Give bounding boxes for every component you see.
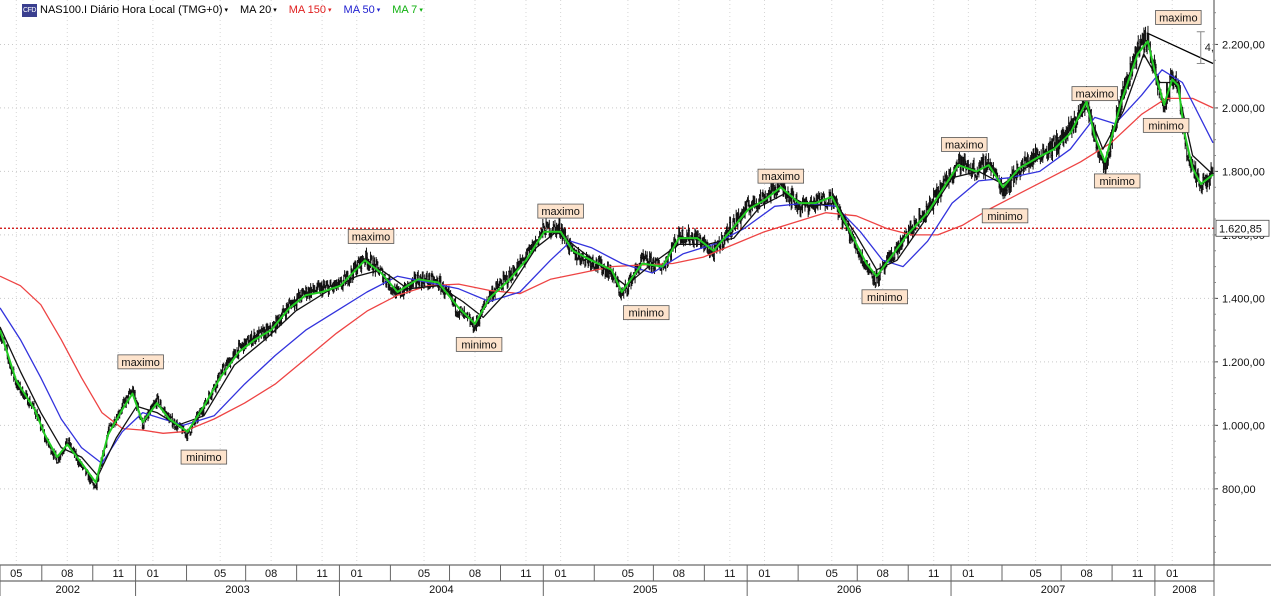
cfd-logo-icon: CFD bbox=[22, 3, 37, 17]
annotation-label: maximo bbox=[762, 171, 801, 183]
annotation-label: minimo bbox=[186, 452, 221, 464]
month-tick-label: 05 bbox=[418, 568, 430, 580]
annotation-label: maximo bbox=[945, 139, 984, 151]
price-chart[interactable]: 4,49%maximominimomaximominimomaximominim… bbox=[0, 0, 1271, 596]
dropdown-caret-icon: ▾ bbox=[328, 7, 332, 14]
month-tick-label: 05 bbox=[622, 568, 634, 580]
indicator-label: MA 50 bbox=[343, 4, 375, 16]
annotation-label: minimo bbox=[987, 211, 1022, 223]
month-tick-label: 11 bbox=[520, 568, 531, 580]
month-tick-label: 05 bbox=[1030, 568, 1042, 580]
dropdown-caret-icon: ▾ bbox=[224, 7, 228, 14]
chart-header: CFD NAS100.I Diário Hora Local (TMG+0) ▾… bbox=[22, 3, 435, 17]
indicator-label: MA 7 bbox=[392, 4, 418, 16]
month-tick-label: 01 bbox=[962, 568, 974, 580]
month-tick-label: 11 bbox=[113, 568, 124, 580]
annotation-label: minimo bbox=[1099, 176, 1134, 188]
year-tick-label: 2003 bbox=[225, 584, 249, 596]
price-tick-label: 1.000,00 bbox=[1222, 420, 1265, 432]
month-tick-label: 08 bbox=[877, 568, 889, 580]
month-tick-label: 05 bbox=[10, 568, 22, 580]
month-tick-label: 01 bbox=[1166, 568, 1178, 580]
symbol-label: NAS100.I Diário Hora Local (TMG+0) bbox=[40, 4, 223, 16]
price-tick-label: 1.200,00 bbox=[1222, 357, 1265, 369]
price-tick-label: 800,00 bbox=[1222, 484, 1256, 496]
month-tick-label: 11 bbox=[928, 568, 939, 580]
month-tick-label: 05 bbox=[826, 568, 838, 580]
indicator-ma150[interactable]: MA 150 ▾ bbox=[289, 4, 332, 16]
indicator-ma50[interactable]: MA 50 ▾ bbox=[344, 4, 381, 16]
symbol-selector[interactable]: NAS100.I Diário Hora Local (TMG+0) ▾ bbox=[40, 4, 228, 16]
indicator-label: MA 150 bbox=[288, 4, 327, 16]
month-tick-label: 11 bbox=[316, 568, 327, 580]
indicator-label: MA 20 bbox=[240, 4, 272, 16]
annotation-label: maximo bbox=[1159, 12, 1198, 24]
month-tick-label: 08 bbox=[1080, 568, 1092, 580]
chart-window: CFD NAS100.I Diário Hora Local (TMG+0) ▾… bbox=[0, 0, 1271, 596]
dropdown-caret-icon: ▾ bbox=[376, 7, 381, 14]
year-tick-label: 2008 bbox=[1172, 584, 1196, 596]
price-tick-label: 2.200,00 bbox=[1222, 39, 1265, 51]
dropdown-caret-icon: ▾ bbox=[273, 7, 277, 14]
year-tick-label: 2002 bbox=[56, 584, 80, 596]
indicator-ma7[interactable]: MA 7 ▾ bbox=[392, 4, 423, 16]
annotation-label: maximo bbox=[1076, 89, 1115, 101]
price-marker-label: 1.620,85 bbox=[1219, 223, 1262, 235]
month-tick-label: 11 bbox=[1132, 568, 1143, 580]
annotation-label: maximo bbox=[541, 206, 580, 218]
month-tick-label: 08 bbox=[265, 568, 277, 580]
month-tick-label: 01 bbox=[758, 568, 770, 580]
price-tick-label: 1.400,00 bbox=[1222, 293, 1265, 305]
annotation-label: minimo bbox=[461, 339, 496, 351]
month-tick-label: 08 bbox=[469, 568, 481, 580]
year-tick-label: 2006 bbox=[837, 584, 861, 596]
dropdown-caret-icon: ▾ bbox=[419, 7, 423, 14]
month-tick-label: 01 bbox=[351, 568, 363, 580]
price-axis-background bbox=[1214, 0, 1271, 565]
year-tick-label: 2004 bbox=[429, 584, 453, 596]
month-tick-label: 11 bbox=[724, 568, 735, 580]
month-tick-label: 08 bbox=[673, 568, 685, 580]
year-tick-label: 2005 bbox=[633, 584, 657, 596]
price-tick-label: 1.800,00 bbox=[1222, 166, 1265, 178]
annotation-label: maximo bbox=[352, 231, 391, 243]
year-tick-label: 2007 bbox=[1041, 584, 1065, 596]
month-tick-label: 01 bbox=[147, 568, 159, 580]
indicator-ma20[interactable]: MA 20 ▾ bbox=[240, 4, 277, 16]
annotation-label: minimo bbox=[629, 308, 664, 320]
price-tick-label: 2.000,00 bbox=[1222, 103, 1265, 115]
annotation-label: minimo bbox=[867, 292, 902, 304]
annotation-label: maximo bbox=[121, 357, 160, 369]
month-tick-label: 01 bbox=[555, 568, 567, 580]
month-tick-label: 05 bbox=[214, 568, 226, 580]
annotation-label: minimo bbox=[1148, 120, 1183, 132]
month-tick-label: 08 bbox=[61, 568, 73, 580]
